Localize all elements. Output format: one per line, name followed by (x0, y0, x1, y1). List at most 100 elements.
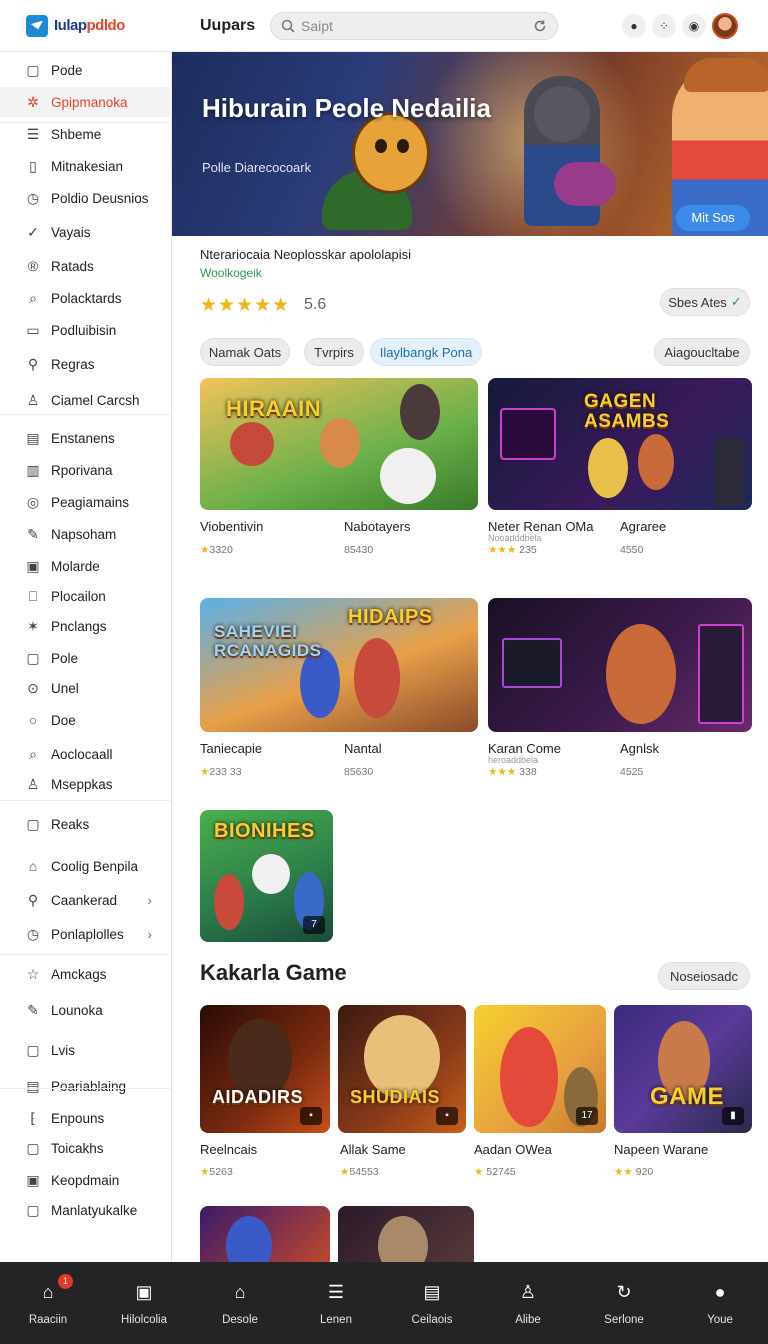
nav-item[interactable]: ↻ Serlone (576, 1262, 672, 1344)
game-name[interactable]: Aadan OWea (474, 1142, 552, 1157)
sidebar-item-label: Lvis (51, 1042, 76, 1058)
avatar[interactable] (712, 12, 738, 39)
sidebar-item[interactable]: ⌂ Coolig Benpila (0, 851, 170, 881)
developer-label[interactable]: Woolkogeik (200, 266, 262, 280)
sidebar-item[interactable]: ⌕ Polacktards (0, 283, 170, 313)
search-input[interactable] (301, 17, 533, 34)
star-icon: ★ (200, 766, 210, 778)
sidebar-item[interactable]: ✓ Vayais (0, 217, 170, 247)
tile-character (354, 638, 400, 718)
sidebar-item[interactable]: ▢ Lvis (0, 1035, 170, 1065)
sidebar-item[interactable]: ◷ Ponlaplolles › (0, 919, 170, 949)
sidebar-item[interactable]: ⊙ Unel (0, 673, 170, 703)
sidebar-item[interactable]: ▣ Molarde (0, 551, 170, 581)
game-tile[interactable]: SAHEVIEI RCANAGIDS HIDAIPS (200, 598, 478, 732)
game-name[interactable]: Allak Same (340, 1142, 406, 1157)
sidebar-item[interactable]: ⁅ Enpouns (0, 1103, 170, 1133)
sidebar-item-label: Vayais (51, 224, 91, 240)
nav-item[interactable]: ♙ Alibe (480, 1262, 576, 1344)
sidebar-item[interactable]: ▭ Podluibisin (0, 315, 170, 345)
sort-button[interactable]: Aiagoucltabe (654, 338, 750, 366)
chevron-right-icon[interactable]: › (147, 892, 152, 908)
hero-button[interactable]: Mit Sos (676, 205, 750, 231)
sidebar-item[interactable]: ◷ Poldio Deusnios (0, 183, 170, 213)
sidebar-item[interactable]: ® Ratads (0, 251, 170, 281)
game-name[interactable]: Taniecapie (200, 741, 262, 756)
sidebar-item[interactable]: ▢ Reaks (0, 809, 170, 839)
sidebar-item-label: Pode (51, 62, 83, 78)
sidebar-item[interactable]: ✎ Napsoham (0, 519, 170, 549)
gamepad-icon[interactable]: ● (622, 13, 646, 38)
nav-item[interactable]: ⌂ Raaciin 1 (0, 1262, 96, 1344)
sidebar-item[interactable]: ▥ Rporivana (0, 455, 170, 485)
game-name[interactable]: Viobentivin (200, 519, 263, 534)
sidebar-item[interactable]: ⌕ Aoclocaall (0, 739, 170, 769)
game-name[interactable]: Agnlsk (620, 741, 659, 756)
sidebar-item-label: Pole (51, 650, 79, 666)
game-name[interactable]: Reelncais (200, 1142, 257, 1157)
nav-item[interactable]: ⌂ Desole (192, 1262, 288, 1344)
game-tile[interactable] (338, 1206, 474, 1262)
sidebar-item[interactable]: ⚲ Regras (0, 349, 170, 379)
sidebar-item[interactable]: ▢ Pode (0, 55, 170, 85)
chevron-right-icon[interactable]: › (147, 926, 152, 942)
sidebar-item[interactable]: ✎ Lounoka (0, 995, 170, 1025)
game-name[interactable]: Agraree (620, 519, 666, 534)
section-button[interactable]: Noseiosadc (658, 962, 750, 990)
game-tile[interactable]: AIDADIRS ▪ (200, 1005, 330, 1133)
game-tile[interactable]: HIRAAIN (200, 378, 478, 510)
sidebar-item[interactable]: ⎕ Plocailon (0, 581, 170, 611)
nav-item-label: Raaciin (28, 1314, 68, 1326)
refresh-icon[interactable] (533, 19, 547, 33)
sidebar-item-label: Molarde (51, 558, 100, 574)
app-logo[interactable]: Iulappdldo (0, 14, 172, 37)
tile-character (638, 434, 674, 490)
game-name[interactable]: Nantal (344, 741, 382, 756)
game-name[interactable]: Neter Renan OMa (488, 519, 594, 534)
game-tile[interactable]: GAGEN ASAMBS (488, 378, 752, 510)
sidebar-item[interactable]: ✶ Pnclangs (0, 611, 170, 641)
search-icon: ⌕ (29, 745, 37, 762)
sidebar-item[interactable]: ▢ Toicakhs (0, 1133, 170, 1163)
sidebar-item[interactable]: ○ Doe (0, 705, 170, 735)
joystick-icon[interactable]: ◉ (682, 13, 706, 38)
game-name[interactable]: Napeen Warane (614, 1142, 708, 1157)
game-tile[interactable]: GAME ▮ (614, 1005, 752, 1133)
tile-screen (502, 638, 562, 688)
filter-chip[interactable]: Tvrpirs (304, 338, 364, 366)
sidebar-item[interactable]: ▤ Enstanens (0, 423, 170, 453)
nav-item[interactable]: ▣ Hilolcolia (96, 1262, 192, 1344)
nav-item[interactable]: ☰ Lenen (288, 1262, 384, 1344)
person-icon: ♙ (519, 1281, 537, 1302)
sidebar-item-label: Poldio Deusnios (51, 190, 149, 206)
game-tile[interactable]: BIONIHES 7 (200, 810, 333, 942)
sidebar-item[interactable]: ♙ Ciamel Carcsh (0, 385, 170, 415)
filter-chip-active[interactable]: Ilaylbangk Pona (370, 338, 482, 366)
game-name[interactable]: Karan Come (488, 741, 561, 756)
sidebar-item[interactable]: ▤ Poariablaing (0, 1071, 170, 1101)
sidebar-item[interactable]: ▣ Keopdmain (0, 1165, 170, 1195)
sidebar-item[interactable]: ⚲ Caankerad › (0, 885, 170, 915)
nav-item[interactable]: ▤ Ceilaois (384, 1262, 480, 1344)
hero-banner[interactable]: Hiburain Peole Nedailia Polle Diarecocoa… (172, 52, 768, 236)
sidebar-item[interactable]: ▯ Mitnakesian (0, 151, 170, 181)
sidebar-item[interactable]: ♙ Mseppkas (0, 769, 170, 799)
game-tile[interactable] (200, 1206, 330, 1262)
stars-ates-button[interactable]: Sbes Ates ✓ (660, 288, 750, 316)
search-bar[interactable] (270, 11, 558, 40)
filter-chip[interactable]: Namak Oats (200, 338, 290, 366)
nav-item[interactable]: ● Youe (672, 1262, 768, 1344)
sidebar-item[interactable]: ☆ Amckags (0, 959, 170, 989)
game-tile[interactable]: SHUDIAIS ▪ (338, 1005, 466, 1133)
sidebar-item[interactable]: ☰ Shbeme (0, 119, 170, 149)
sidebar-item[interactable]: ▢ Pole (0, 643, 170, 673)
rating-icon: ® (27, 258, 39, 274)
game-tile[interactable]: 17 (474, 1005, 606, 1133)
game-tile[interactable] (488, 598, 752, 732)
sidebar-item[interactable]: ✲ Gpipmanoka (0, 87, 170, 117)
game-name[interactable]: Nabotayers (344, 519, 410, 534)
sidebar-item[interactable]: ▢ Manlatyukalke (0, 1195, 170, 1225)
controller-icon[interactable]: ⁘ (652, 13, 676, 38)
sidebar-item[interactable]: ◎ Peagiamains (0, 487, 170, 517)
sidebar-item-label: Regras (51, 356, 95, 372)
